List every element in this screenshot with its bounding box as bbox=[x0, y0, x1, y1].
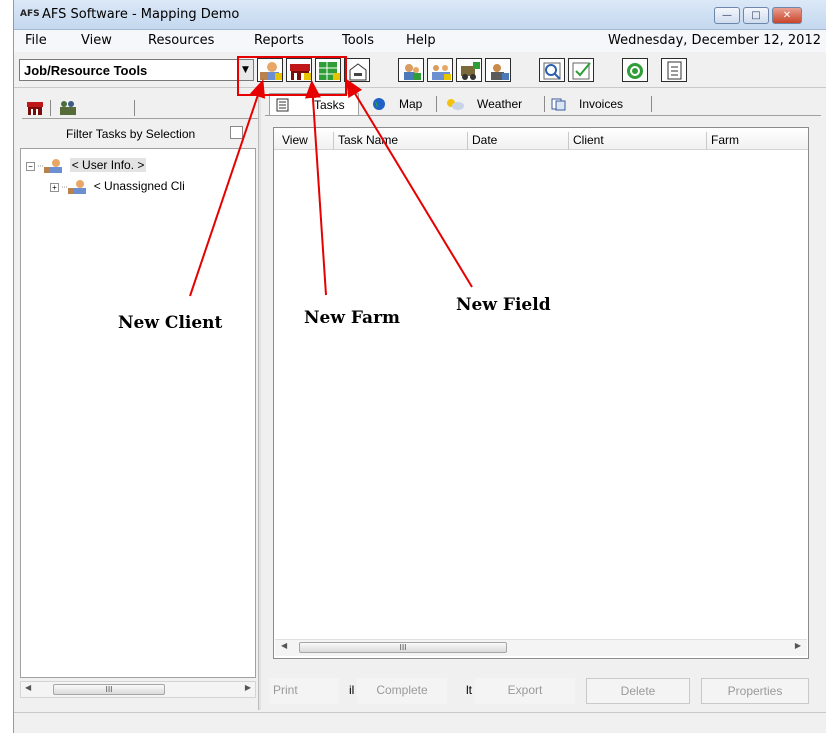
tasks-icon bbox=[276, 98, 289, 112]
scroll-right-arrow[interactable]: ▶ bbox=[245, 683, 251, 692]
print-button[interactable]: Print bbox=[269, 678, 339, 704]
menu-reports[interactable]: Reports bbox=[254, 33, 304, 48]
tab-separator bbox=[651, 96, 652, 112]
complete-button[interactable]: Complete bbox=[357, 678, 447, 704]
scroll-left-arrow[interactable]: ◀ bbox=[281, 641, 287, 650]
tools-combo[interactable]: Job/Resource Tools ▼ bbox=[19, 59, 254, 81]
scroll-right-arrow[interactable]: ▶ bbox=[795, 641, 801, 650]
group-icon bbox=[432, 65, 451, 80]
tab-tasks[interactable]: Tasks bbox=[269, 93, 359, 115]
collapse-icon[interactable]: − bbox=[26, 161, 35, 171]
column-farm[interactable]: Farm bbox=[707, 132, 808, 150]
window-title: AFS Software - Mapping Demo bbox=[42, 7, 240, 22]
tab-people[interactable] bbox=[56, 98, 80, 118]
client-icon bbox=[62, 180, 87, 194]
checklist-icon bbox=[572, 62, 591, 80]
tab-separator bbox=[544, 96, 545, 112]
crew-icon bbox=[491, 64, 509, 80]
filter-checkbox[interactable] bbox=[230, 126, 243, 139]
document-icon bbox=[667, 61, 682, 80]
toolbar-highlight-box bbox=[237, 56, 347, 96]
menu-bar: File View Resources Reports Tools Help W… bbox=[14, 30, 826, 52]
app-window: AFS AFS Software - Mapping Demo — □ ✕ Fi… bbox=[13, 0, 826, 733]
users-button[interactable] bbox=[398, 58, 424, 82]
refresh-button[interactable] bbox=[622, 58, 648, 82]
annotation-new-client: New Client bbox=[118, 313, 223, 333]
globe-icon bbox=[373, 98, 385, 110]
tab-separator bbox=[436, 96, 437, 112]
toolbar: Job/Resource Tools ▼ bbox=[14, 52, 826, 88]
title-bar[interactable]: AFS AFS Software - Mapping Demo — □ ✕ bbox=[14, 0, 826, 30]
group-button[interactable] bbox=[427, 58, 453, 82]
scroll-thumb[interactable]: III bbox=[299, 642, 507, 653]
menu-resources[interactable]: Resources bbox=[148, 33, 214, 48]
tab-weather-label: Weather bbox=[477, 97, 523, 111]
tools-combo-value: Job/Resource Tools bbox=[24, 63, 148, 78]
checklist-button[interactable] bbox=[568, 58, 594, 82]
menu-view[interactable]: View bbox=[81, 33, 112, 48]
column-view[interactable]: View bbox=[278, 132, 334, 150]
farm-icon bbox=[27, 102, 43, 115]
tab-farms[interactable] bbox=[24, 98, 48, 118]
expand-icon[interactable]: + bbox=[50, 182, 59, 192]
product-button[interactable] bbox=[344, 58, 370, 82]
tab-invoices[interactable]: Invoices bbox=[551, 93, 651, 115]
grid-hscrollbar[interactable]: ◀ III ▶ bbox=[275, 639, 807, 656]
invoice-icon bbox=[551, 98, 566, 111]
equipment-button[interactable] bbox=[456, 58, 482, 82]
users-icon bbox=[404, 64, 421, 80]
app-logo-icon: AFS bbox=[20, 9, 40, 19]
tab-separator bbox=[50, 100, 51, 116]
search-icon bbox=[543, 62, 561, 80]
tab-tasks-label: Tasks bbox=[314, 98, 345, 112]
tab-map[interactable]: Map bbox=[371, 93, 441, 115]
left-hscrollbar[interactable]: ◀ III ▶ bbox=[20, 681, 256, 698]
search-button[interactable] bbox=[539, 58, 565, 82]
menu-tools[interactable]: Tools bbox=[342, 33, 374, 48]
grid-header: View Task Name Date Client Farm bbox=[274, 128, 808, 150]
annotation-new-farm: New Farm bbox=[304, 308, 401, 328]
filter-label: Filter Tasks by Selection bbox=[66, 127, 196, 141]
right-panel: Tasks Map Weather Invoices View Task Nam… bbox=[261, 90, 826, 710]
annotation-new-field: New Field bbox=[456, 295, 551, 315]
equipment-icon bbox=[461, 62, 480, 80]
tree-node-user-info[interactable]: − < User Info. > bbox=[26, 158, 147, 174]
weather-icon bbox=[447, 99, 464, 110]
minimize-button[interactable]: — bbox=[714, 7, 740, 24]
maximize-button[interactable]: □ bbox=[743, 7, 769, 24]
tab-invoices-label: Invoices bbox=[579, 97, 624, 111]
tree-node-unassigned[interactable]: + < Unassigned Cli bbox=[50, 179, 185, 195]
tab-map-label: Map bbox=[399, 97, 423, 111]
column-client[interactable]: Client bbox=[569, 132, 707, 150]
column-task-name[interactable]: Task Name bbox=[334, 132, 468, 150]
menu-help[interactable]: Help bbox=[406, 33, 436, 48]
column-date[interactable]: Date bbox=[468, 132, 569, 150]
tab-separator bbox=[134, 100, 135, 116]
refresh-icon bbox=[627, 63, 643, 79]
left-panel: Filter Tasks by Selection − < User Info.… bbox=[14, 90, 261, 710]
tab-weather[interactable]: Weather bbox=[445, 93, 541, 115]
tree-label-unassigned: < Unassigned Cli bbox=[93, 179, 185, 194]
close-button[interactable]: ✕ bbox=[772, 7, 802, 24]
properties-button[interactable]: Properties bbox=[701, 678, 809, 704]
status-bar bbox=[14, 712, 826, 733]
tasks-grid[interactable]: View Task Name Date Client Farm ◀ III ▶ bbox=[273, 127, 809, 659]
export-button[interactable]: Export bbox=[475, 678, 575, 704]
tab-underline bbox=[265, 115, 821, 116]
scroll-thumb[interactable]: III bbox=[53, 684, 165, 695]
tab-underline bbox=[22, 118, 258, 119]
tree-view[interactable]: − < User Info. > + < Unassigned Cli bbox=[20, 148, 256, 678]
crew-button[interactable] bbox=[485, 58, 511, 82]
document-button[interactable] bbox=[661, 58, 687, 82]
current-date: Wednesday, December 12, 2012 bbox=[608, 33, 821, 48]
delete-button[interactable]: Delete bbox=[586, 678, 690, 704]
scroll-left-arrow[interactable]: ◀ bbox=[25, 683, 31, 692]
tree-label-user-info: < User Info. > bbox=[69, 158, 147, 173]
product-icon bbox=[349, 63, 367, 81]
people-icon bbox=[60, 101, 76, 115]
menu-file[interactable]: File bbox=[25, 33, 47, 48]
user-icon bbox=[38, 159, 63, 173]
